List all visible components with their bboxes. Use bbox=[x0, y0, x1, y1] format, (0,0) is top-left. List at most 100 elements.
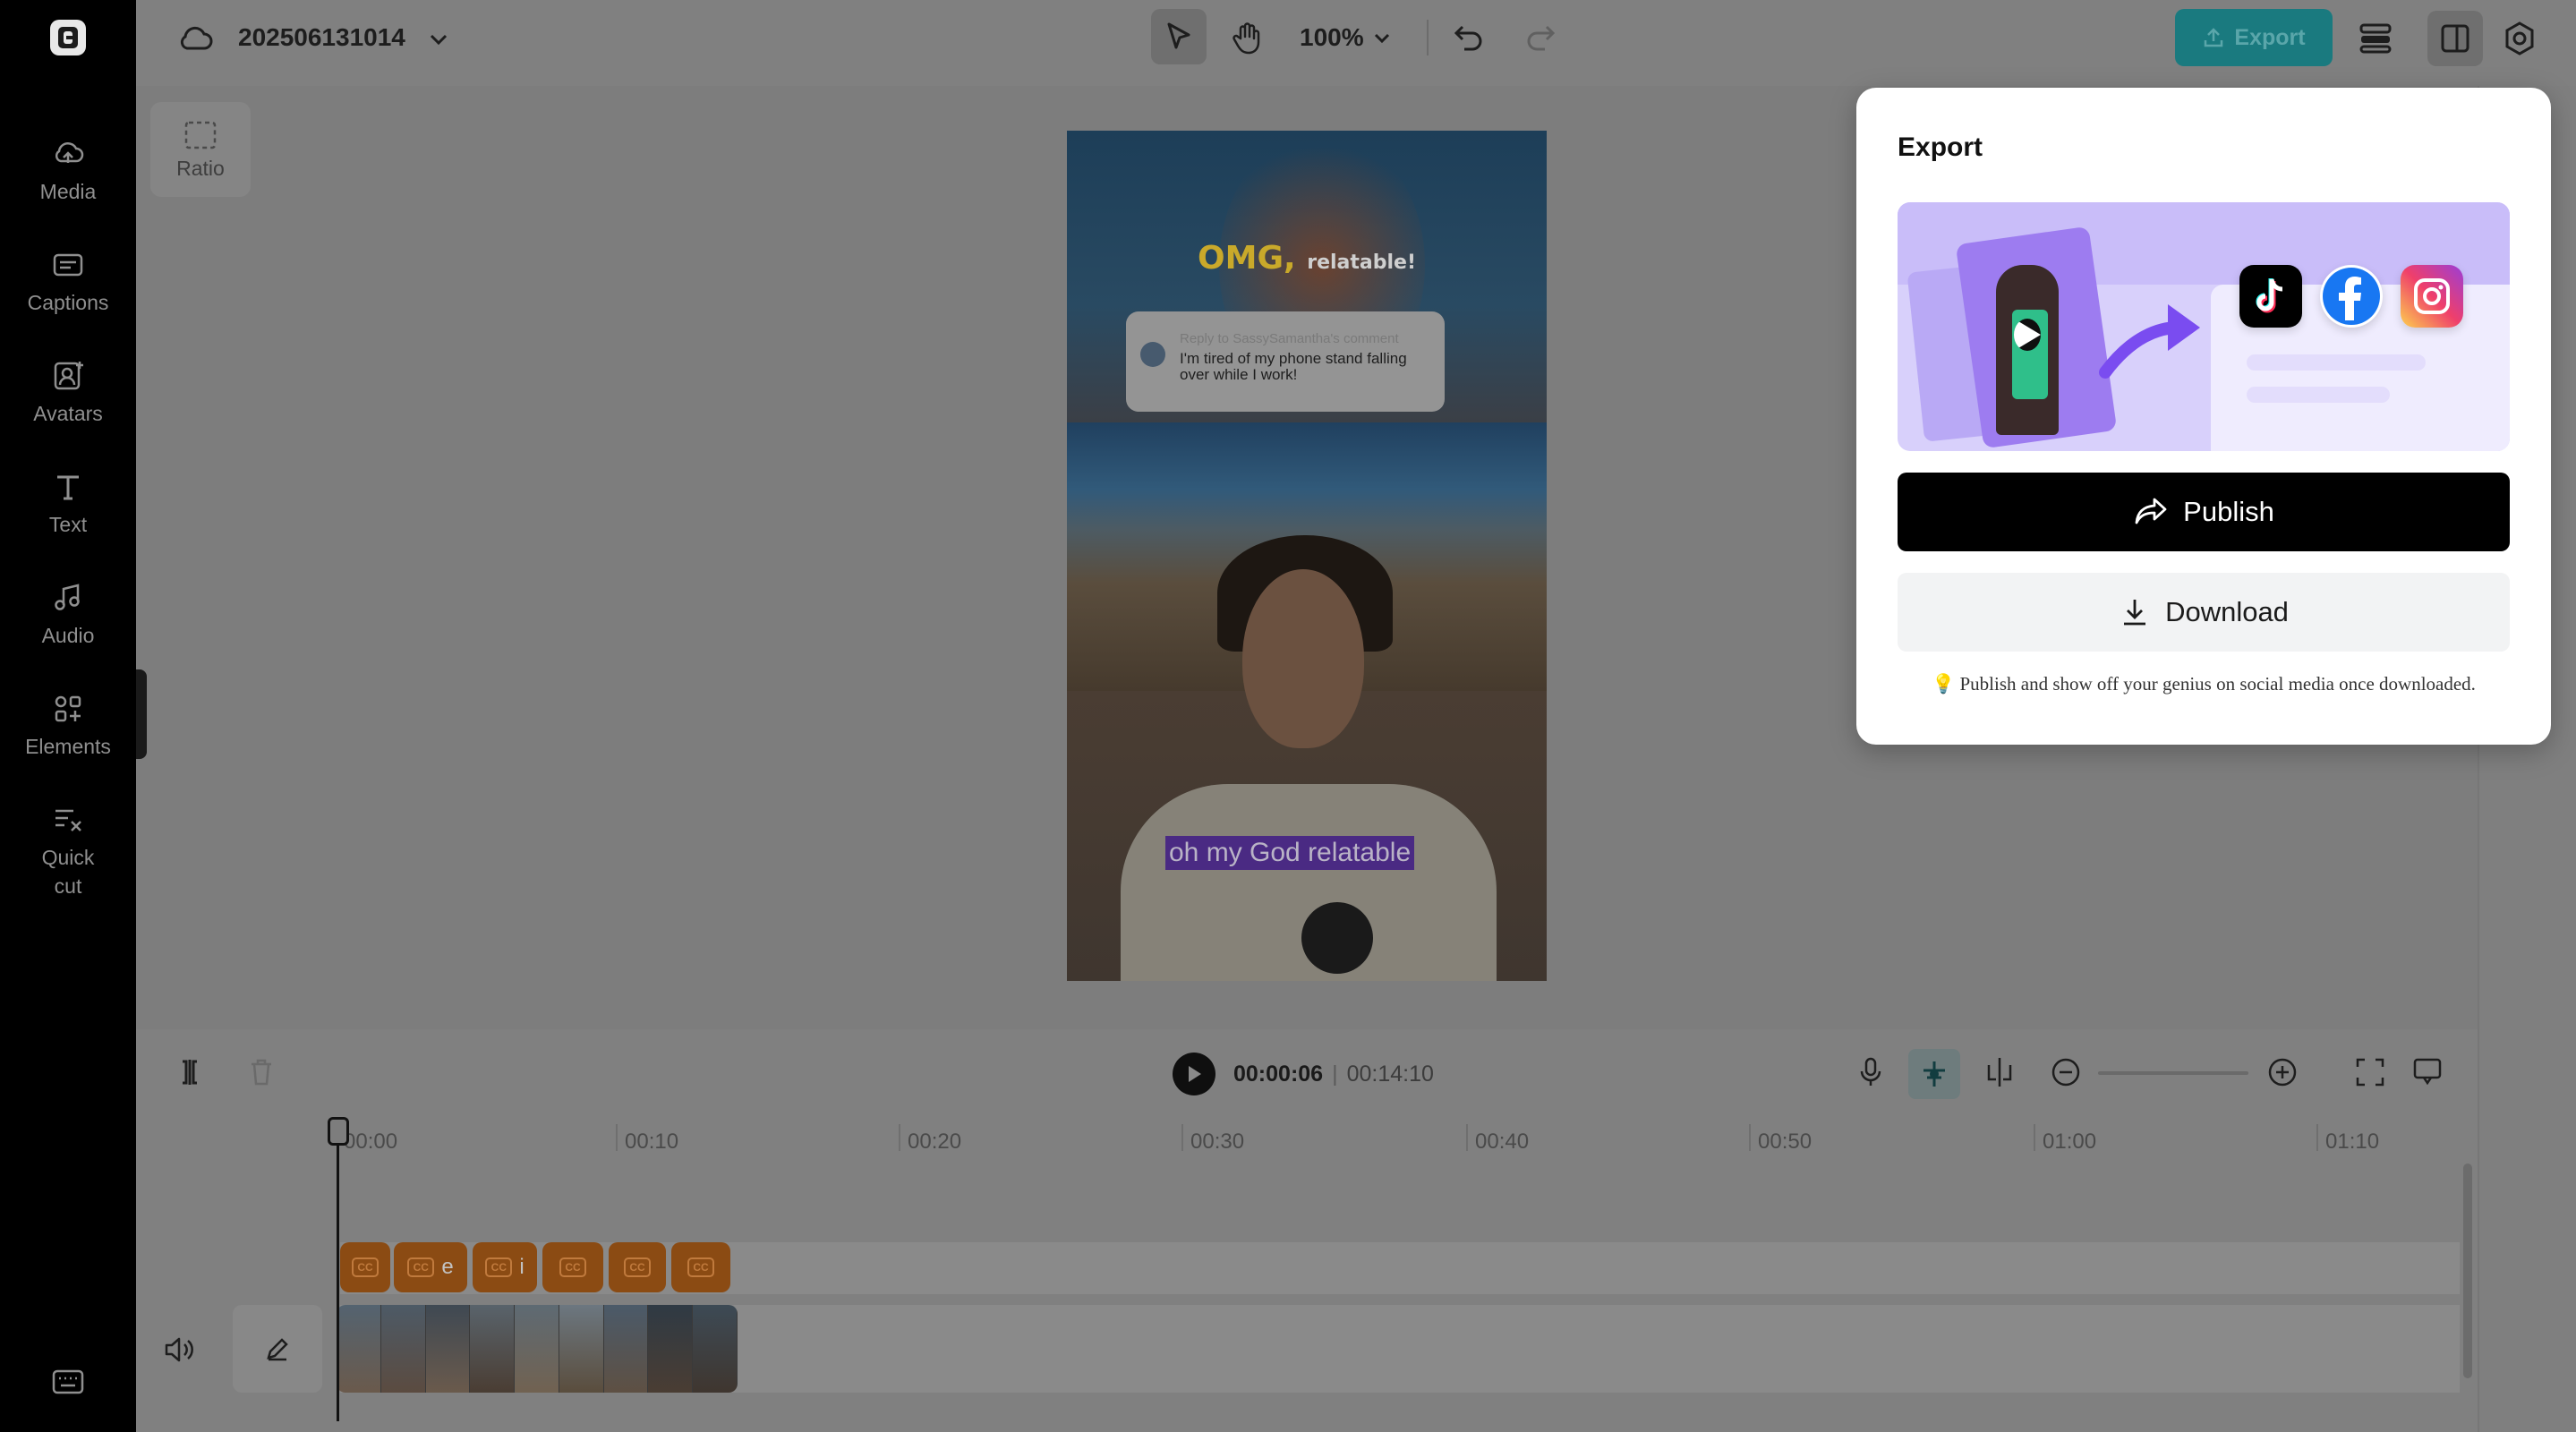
sidebar-item-media[interactable]: Media bbox=[0, 136, 136, 206]
chevron-down-icon[interactable] bbox=[424, 27, 453, 52]
caption-clip[interactable]: CC bbox=[671, 1242, 730, 1292]
total-time: 00:14:10 bbox=[1346, 1061, 1434, 1087]
sidebar-item-label: Avatars bbox=[33, 402, 103, 425]
sidebar-item-avatars[interactable]: Avatars bbox=[0, 358, 136, 428]
music-icon bbox=[55, 584, 80, 610]
ruler-tick bbox=[899, 1124, 900, 1151]
app-logo[interactable] bbox=[50, 20, 86, 55]
project-name[interactable]: 202506131014 bbox=[238, 20, 405, 55]
chevron-down-icon bbox=[1374, 33, 1389, 44]
export-button[interactable]: Export bbox=[2175, 9, 2333, 66]
download-label: Download bbox=[2165, 596, 2289, 627]
playhead-handle[interactable] bbox=[328, 1117, 349, 1146]
video-caption[interactable]: oh my God relatable bbox=[1165, 836, 1415, 870]
ruler-label: 00:30 bbox=[1190, 1129, 1245, 1154]
comment-avatar bbox=[1140, 342, 1165, 367]
elements-icon bbox=[55, 695, 81, 722]
split-icon[interactable] bbox=[172, 1054, 208, 1090]
sidebar-item-text[interactable]: Text bbox=[0, 469, 136, 539]
ruler-tick bbox=[1466, 1124, 1468, 1151]
zoom-dropdown[interactable]: 100% bbox=[1300, 20, 1393, 55]
play-button[interactable] bbox=[1173, 1053, 1215, 1095]
split-panel-icon bbox=[2441, 24, 2469, 53]
download-button[interactable]: Download bbox=[1898, 573, 2510, 652]
cloud-media-icon bbox=[55, 142, 84, 163]
zoom-value: 100% bbox=[1300, 23, 1364, 51]
aspect-ratio-icon bbox=[184, 121, 217, 149]
ruler-tick bbox=[2034, 1124, 2035, 1151]
instagram-icon bbox=[2401, 265, 2463, 328]
cc-icon: CC bbox=[407, 1257, 435, 1277]
video-preview[interactable]: OMG, relatable! Reply to SassySamantha's… bbox=[1067, 131, 1547, 981]
avatar-icon bbox=[54, 362, 83, 390]
export-tip-text: Publish and show off your genius on soci… bbox=[1959, 673, 2476, 695]
magnet-snap-button[interactable] bbox=[1908, 1049, 1960, 1099]
sidebar-item-captions[interactable]: Captions bbox=[0, 247, 136, 317]
quick-cut-icon bbox=[55, 809, 81, 831]
microphone-icon[interactable] bbox=[1853, 1054, 1889, 1090]
layers-icon[interactable] bbox=[2356, 20, 2395, 55]
panel-layout-button[interactable] bbox=[2427, 11, 2483, 66]
sidebar-item-label: Elements bbox=[25, 735, 111, 758]
sidebar-item-audio[interactable]: Audio bbox=[0, 580, 136, 650]
lightbulb-icon: 💡 bbox=[1932, 673, 1956, 695]
split-view-icon[interactable] bbox=[1982, 1054, 2017, 1090]
ruler-label: 00:10 bbox=[625, 1129, 679, 1154]
timeline-scrollbar[interactable] bbox=[2463, 1164, 2472, 1378]
sidebar-item-label: Quick cut bbox=[41, 846, 95, 898]
export-tip: 💡 Publish and show off your genius on so… bbox=[1898, 673, 2510, 695]
microphone bbox=[1301, 902, 1373, 974]
video-title-main: OMG, bbox=[1198, 240, 1296, 277]
publish-button[interactable]: Publish bbox=[1898, 473, 2510, 551]
delete-icon[interactable] bbox=[243, 1054, 279, 1090]
pencil-icon bbox=[267, 1338, 288, 1361]
fullscreen-icon[interactable] bbox=[2352, 1054, 2388, 1090]
speaker-face bbox=[1242, 569, 1364, 748]
cc-icon: CC bbox=[559, 1257, 586, 1277]
volume-icon[interactable] bbox=[161, 1332, 197, 1368]
keyboard-icon[interactable] bbox=[52, 1369, 84, 1394]
tiktok-icon bbox=[2239, 265, 2302, 328]
timecode-separator: | bbox=[1332, 1061, 1338, 1087]
ruler-tick bbox=[616, 1124, 618, 1151]
sidebar-item-label: Audio bbox=[41, 624, 95, 647]
undo-icon[interactable] bbox=[1450, 18, 1489, 57]
comment-icon[interactable] bbox=[2410, 1054, 2445, 1090]
ruler-tick bbox=[1749, 1124, 1751, 1151]
text-icon bbox=[57, 475, 79, 500]
sidebar-item-label: Text bbox=[48, 513, 88, 536]
hand-tool-button[interactable] bbox=[1223, 13, 1273, 63]
comment-bubble: Reply to SassySamantha's comment I'm tir… bbox=[1126, 311, 1445, 412]
comment-reply-to: Reply to SassySamantha's comment bbox=[1180, 331, 1399, 346]
select-tool-button[interactable] bbox=[1151, 9, 1207, 64]
caption-clip[interactable]: CC bbox=[609, 1242, 666, 1292]
ruler-label: 00:20 bbox=[908, 1129, 962, 1154]
caption-clip[interactable]: CC bbox=[542, 1242, 603, 1292]
playhead[interactable] bbox=[337, 1121, 339, 1421]
sidebar-item-elements[interactable]: Elements bbox=[0, 691, 136, 761]
hand-icon bbox=[1233, 22, 1260, 55]
caption-clip-label: i bbox=[519, 1255, 525, 1279]
sidebar-item-quick-cut[interactable]: Quick cut bbox=[0, 802, 136, 900]
ruler-label: 00:00 bbox=[344, 1129, 398, 1154]
zoom-slider[interactable] bbox=[2098, 1071, 2248, 1075]
zoom-in-icon[interactable] bbox=[2265, 1054, 2300, 1090]
ruler-label: 01:10 bbox=[2325, 1129, 2380, 1154]
ruler-tick bbox=[2316, 1124, 2318, 1151]
upload-icon bbox=[2205, 28, 2223, 47]
comment-text: I'm tired of my phone stand falling over… bbox=[1180, 350, 1407, 383]
sidebar-collapse-handle[interactable] bbox=[136, 669, 147, 759]
edit-cover-button[interactable] bbox=[233, 1305, 322, 1393]
ruler-label: 00:40 bbox=[1475, 1129, 1530, 1154]
zoom-out-icon[interactable] bbox=[2048, 1054, 2084, 1090]
caption-clip[interactable]: CC bbox=[340, 1242, 390, 1292]
caption-clip[interactable]: CC i bbox=[473, 1242, 537, 1292]
cloud-sync-icon[interactable] bbox=[175, 21, 215, 57]
ratio-button[interactable]: Ratio bbox=[150, 102, 251, 197]
video-clip[interactable] bbox=[337, 1305, 738, 1393]
settings-icon[interactable] bbox=[2501, 20, 2538, 57]
ratio-label: Ratio bbox=[176, 156, 225, 180]
redo-icon[interactable] bbox=[1520, 18, 1559, 57]
caption-clip[interactable]: CC e bbox=[394, 1242, 467, 1292]
export-label: Export bbox=[2234, 24, 2306, 50]
